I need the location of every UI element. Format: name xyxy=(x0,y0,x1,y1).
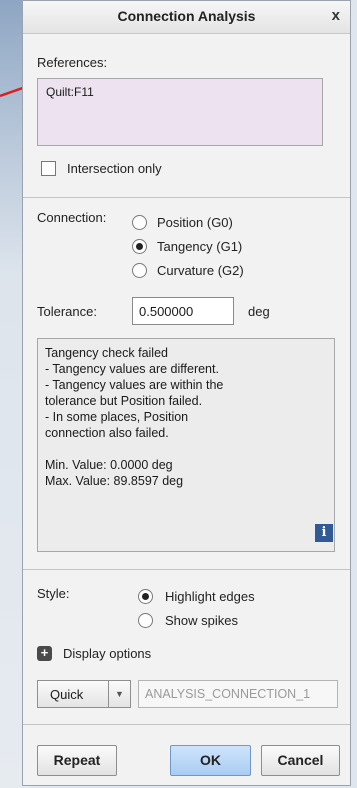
radio-curvature-g2-label: Curvature (G2) xyxy=(157,263,244,278)
analysis-mode-select[interactable]: Quick xyxy=(37,680,109,708)
tolerance-unit: deg xyxy=(248,304,270,319)
connection-analysis-dialog: Connection Analysis x References: Quilt:… xyxy=(22,0,351,786)
chevron-down-icon[interactable]: ▼ xyxy=(109,680,131,708)
analysis-name-field[interactable]: ANALYSIS_CONNECTION_1 xyxy=(138,680,338,708)
info-icon[interactable]: i xyxy=(315,524,333,542)
results-text: Tangency check failed - Tangency values … xyxy=(37,338,335,552)
radio-highlight-edges[interactable] xyxy=(138,589,153,604)
radio-show-spikes[interactable] xyxy=(138,613,153,628)
close-icon[interactable]: x xyxy=(332,7,340,24)
references-label: References: xyxy=(37,55,108,70)
display-options-toggle[interactable]: Display options xyxy=(63,646,151,661)
reference-item[interactable]: Quilt:F11 xyxy=(46,85,314,99)
intersection-only-checkbox[interactable] xyxy=(41,161,56,176)
result-line: - Tangency values are within the xyxy=(45,378,224,392)
repeat-button[interactable]: Repeat xyxy=(37,745,117,776)
style-label: Style: xyxy=(37,586,70,601)
connection-label: Connection: xyxy=(37,210,107,225)
result-line: tolerance but Position failed. xyxy=(45,394,203,408)
intersection-only-label: Intersection only xyxy=(67,161,162,176)
result-min-value: Min. Value: 0.0000 deg xyxy=(45,458,173,472)
radio-curvature-g2[interactable] xyxy=(132,263,147,278)
plus-icon[interactable]: + xyxy=(37,646,52,661)
tolerance-label: Tolerance: xyxy=(37,304,97,319)
divider xyxy=(23,197,350,198)
result-max-value: Max. Value: 89.8597 deg xyxy=(45,474,184,488)
result-line xyxy=(45,441,327,457)
result-line: connection also failed. xyxy=(45,426,169,440)
radio-show-spikes-label: Show spikes xyxy=(165,613,238,628)
divider xyxy=(23,724,350,725)
radio-tangency-g1-label: Tangency (G1) xyxy=(157,239,243,254)
radio-tangency-g1[interactable] xyxy=(132,239,147,254)
result-line: Tangency check failed xyxy=(45,346,168,360)
title-bar[interactable]: Connection Analysis x xyxy=(23,1,350,34)
divider xyxy=(23,569,350,570)
references-collector[interactable]: Quilt:F11 xyxy=(37,78,323,146)
radio-position-g0[interactable] xyxy=(132,215,147,230)
radio-position-g0-label: Position (G0) xyxy=(157,215,233,230)
radio-highlight-edges-label: Highlight edges xyxy=(165,589,255,604)
cancel-button[interactable]: Cancel xyxy=(261,745,340,776)
dialog-title: Connection Analysis xyxy=(117,8,256,24)
tolerance-input[interactable]: 0.500000 xyxy=(132,297,234,325)
result-line: - In some places, Position xyxy=(45,410,189,424)
ok-button[interactable]: OK xyxy=(170,745,251,776)
result-line: - Tangency values are different. xyxy=(45,362,219,376)
